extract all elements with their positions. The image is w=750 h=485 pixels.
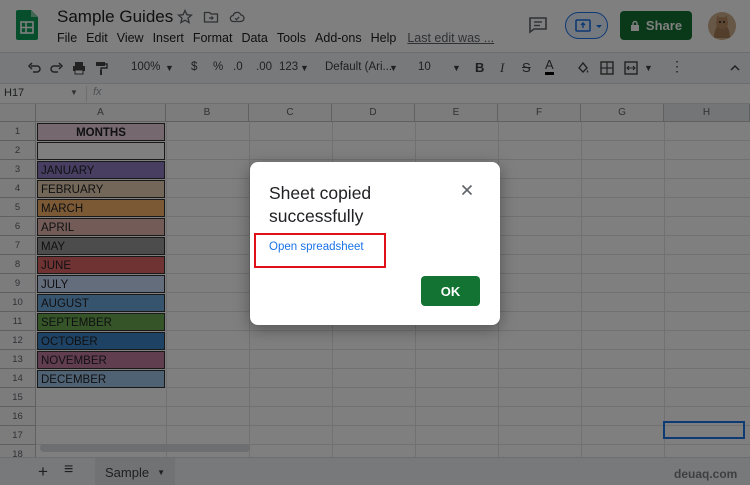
copy-success-dialog: Sheet copied successfully Open spreadshe…: [250, 162, 500, 325]
close-icon[interactable]: [459, 182, 475, 198]
google-sheets-window: Sample Guides File Edit View Insert Form…: [0, 0, 750, 485]
open-spreadsheet-link[interactable]: Open spreadsheet: [269, 241, 364, 253]
watermark: deuaq.com: [674, 467, 738, 481]
ok-button[interactable]: OK: [421, 276, 480, 306]
dialog-title: Sheet copied successfully: [269, 183, 372, 226]
